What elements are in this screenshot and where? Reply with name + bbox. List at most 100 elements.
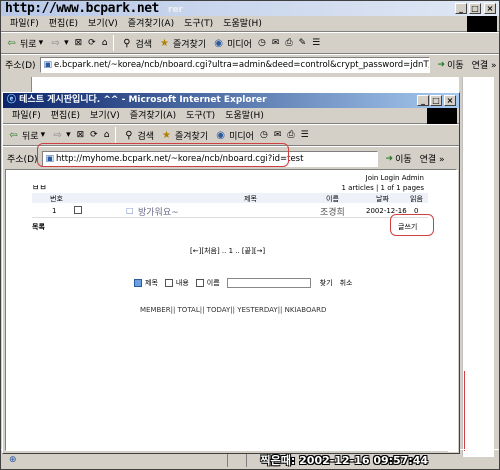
inner-menu-edit[interactable]: 편집(E) <box>46 108 85 123</box>
status-globe-icon: ⊕ <box>9 454 17 465</box>
list-button[interactable]: 목록 <box>32 222 45 232</box>
inner-minimize-button[interactable]: _ <box>417 95 429 106</box>
search-content-label: 내용 <box>175 279 189 287</box>
row-name: 조경희 <box>320 208 345 218</box>
inner-forward-button[interactable]: ⇨ ▾ <box>51 129 70 142</box>
board-footer: MEMBER|| TOTAL|| TODAY|| YESTERDAY|| NKI… <box>140 306 327 314</box>
header-hits: 읽음 <box>410 195 423 203</box>
menu-favorites[interactable]: 즐겨찾기(A) <box>123 16 179 31</box>
media-icon: ◉ <box>216 129 225 141</box>
address-highlight <box>37 143 289 167</box>
inner-menu-favorites[interactable]: 즐겨찾기(A) <box>125 108 181 123</box>
scroll-right <box>448 170 458 452</box>
go-arrow-icon: ➜ <box>437 59 446 70</box>
address-label: 주소(D) <box>5 61 36 71</box>
inner-maximize-button[interactable]: □ <box>430 95 442 106</box>
discuss-icon[interactable]: ☰ <box>312 38 320 48</box>
history-icon[interactable]: ◷ <box>258 38 266 48</box>
mail-icon[interactable]: ✉ <box>272 38 280 48</box>
search-icon: ⚲ <box>125 129 133 141</box>
links-button[interactable]: 연결 » <box>472 58 497 71</box>
article-info: 1 articles | 1 of 1 pages <box>341 184 424 192</box>
inner-media-button[interactable]: ◉ 미디어 <box>214 129 254 142</box>
inner-menu-help[interactable]: 도움말(H) <box>220 108 269 123</box>
windows-logo-icon <box>467 16 497 32</box>
search-content-checkbox[interactable] <box>164 279 173 287</box>
outer-addressbar: 주소(D) ▣ e.bcpark.net/~korea/ncb/nboard.c… <box>1 54 499 74</box>
row-no: 1 <box>52 207 57 215</box>
header-date: 날짜 <box>376 195 389 203</box>
top-links[interactable]: Join Login Admin <box>366 174 424 182</box>
print-icon[interactable]: ⎙ <box>287 130 294 140</box>
history-icon[interactable]: ◷ <box>260 130 268 140</box>
stop-icon[interactable]: ⊠ <box>77 130 85 140</box>
outer-title: http://www.bcpark.net <box>5 1 159 16</box>
inner-title: 테스트 게시판입니다. ^^ - Microsoft Internet Expl… <box>19 95 267 105</box>
print-icon[interactable]: ⎙ <box>285 38 292 48</box>
inner-menu-view[interactable]: 보기(V) <box>85 108 125 123</box>
table-row[interactable]: 1 □ 방가워요~ 조경희 2002-12-16 0 <box>32 204 428 218</box>
search-input[interactable] <box>226 278 311 288</box>
search-row: 제목 내용 이름 찾기 취소 <box>134 278 352 288</box>
menu-edit[interactable]: 편집(E) <box>44 16 83 31</box>
row-checkbox[interactable] <box>74 206 82 214</box>
forward-button[interactable]: ⇨ ▾ <box>49 37 68 50</box>
maximize-button[interactable]: □ <box>469 3 481 14</box>
page-icon: ▣ <box>43 59 53 70</box>
go-arrow-icon: ➜ <box>385 153 394 164</box>
back-arrow-icon: ⇦ <box>7 37 16 49</box>
board-page: Join Login Admin ㅂㅂ 1 articles | 1 of 1 … <box>5 169 458 452</box>
menu-file[interactable]: 파일(F) <box>5 16 44 31</box>
inner-back-button[interactable]: ⇦ 뒤로 ▾ <box>7 129 45 142</box>
inner-menu-tools[interactable]: 도구(T) <box>181 108 220 123</box>
outer-title-tail: rer <box>168 5 183 15</box>
home-icon[interactable]: ⌂ <box>102 38 108 48</box>
outer-titlebar[interactable]: http://www.bcpark.net rer _ □ × <box>1 1 499 16</box>
inner-close-button[interactable]: × <box>444 95 456 106</box>
stop-icon[interactable]: ⊠ <box>75 38 83 48</box>
row-title[interactable]: 방가워요~ <box>138 205 179 218</box>
favorites-icon: ★ <box>160 37 169 49</box>
inner-go-button[interactable]: ➜ 이동 <box>382 152 416 166</box>
header-title: 제목 <box>244 195 257 203</box>
inner-windows-logo-icon <box>427 108 457 124</box>
outer-scrollbar[interactable] <box>462 77 494 457</box>
back-button[interactable]: ⇦ 뒤로 ▾ <box>5 37 43 50</box>
favorites-button[interactable]: ★ 즐겨찾기 <box>158 37 206 50</box>
outer-menubar: 파일(F) 편집(E) 보기(V) 즐겨찾기(A) 도구(T) 도움말(H) <box>1 16 499 32</box>
refresh-icon[interactable]: ⟳ <box>90 130 98 140</box>
ie-logo-icon: ⓔ <box>7 95 17 105</box>
menu-help[interactable]: 도움말(H) <box>218 16 267 31</box>
forward-arrow-icon: ⇨ <box>51 37 60 49</box>
refresh-icon[interactable]: ⟳ <box>88 38 96 48</box>
media-button[interactable]: ◉ 미디어 <box>212 37 252 50</box>
corner-mark: ㅂㅂ <box>32 183 47 192</box>
inner-titlebar[interactable]: ⓔ 테스트 게시판입니다. ^^ - Microsoft Internet Ex… <box>3 93 459 108</box>
home-icon[interactable]: ⌂ <box>104 130 110 140</box>
search-title-checkbox[interactable] <box>134 279 142 287</box>
close-button[interactable]: × <box>484 3 496 14</box>
address-input[interactable]: ▣ e.bcpark.net/~korea/ncb/nboard.cgi?ult… <box>39 56 430 73</box>
pager[interactable]: [←][처음] .. 1 .. [끝][→] <box>190 246 265 256</box>
media-icon: ◉ <box>214 37 223 49</box>
mail-icon[interactable]: ✉ <box>274 130 282 140</box>
search-button[interactable]: ⚲ 검색 <box>120 37 152 50</box>
search-name-checkbox[interactable] <box>195 279 204 287</box>
minimize-button[interactable]: _ <box>455 3 467 14</box>
favorites-icon: ★ <box>162 129 171 141</box>
inner-menu-file[interactable]: 파일(F) <box>7 108 46 123</box>
inner-links-button[interactable]: 연결 » <box>420 152 445 165</box>
inner-favorites-button[interactable]: ★ 즐겨찾기 <box>160 129 208 142</box>
menu-tools[interactable]: 도구(T) <box>179 16 218 31</box>
go-button[interactable]: ➜ 이동 <box>434 58 468 72</box>
search-title-label: 제목 <box>145 279 158 287</box>
outer-toolbar: ⇦ 뒤로 ▾ ⇨ ▾ ⊠ ⟳ ⌂ ⚲ 검색 ★ 즐겨찾기 ◉ 미디어 ◷ ✉ ⎙ ✎ ☰ <box>1 32 499 54</box>
menu-view[interactable]: 보기(V) <box>83 16 123 31</box>
header-no: 번호 <box>50 195 63 203</box>
edit-icon[interactable]: ✎ <box>299 38 307 48</box>
inner-search-button[interactable]: ⚲ 검색 <box>122 129 154 142</box>
search-submit-button[interactable]: 찾기 <box>320 278 333 288</box>
search-reset-button[interactable]: 취소 <box>340 278 353 288</box>
inner-address-label: 주소(D) <box>7 155 38 165</box>
discuss-icon[interactable]: ☰ <box>301 130 309 140</box>
